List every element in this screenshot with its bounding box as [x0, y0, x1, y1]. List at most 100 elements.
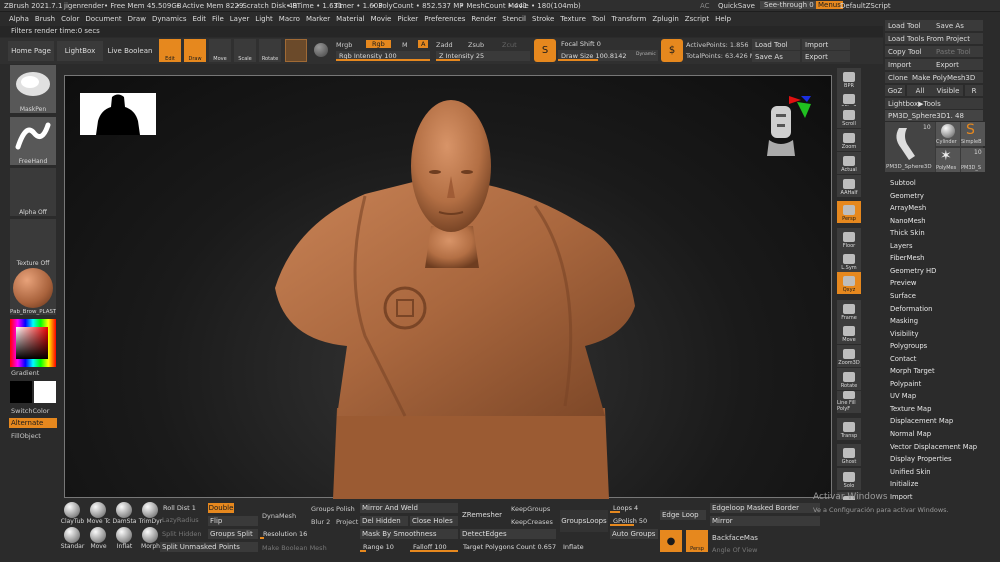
- menu-brush[interactable]: Brush: [35, 15, 55, 23]
- shelf-zoom-button[interactable]: Zoom: [837, 129, 861, 151]
- subpalette-unified-skin[interactable]: Unified Skin: [890, 468, 931, 476]
- menu-zscript[interactable]: Zscript: [685, 15, 709, 23]
- subpalette-displacement-map[interactable]: Displacement Map: [890, 417, 953, 425]
- save-as-button[interactable]: Save As: [933, 20, 983, 31]
- menu-layer[interactable]: Layer: [230, 15, 250, 23]
- subpalette-vector-displacement-map[interactable]: Vector Displacement Map: [890, 443, 977, 451]
- viewport[interactable]: [64, 75, 832, 499]
- mask-by-smoothness-button[interactable]: Mask By Smoothness: [360, 529, 458, 539]
- tool-thumb-polymesh[interactable]: ✶ PolyMes: [936, 148, 960, 172]
- shelf-aahalf-button[interactable]: AAHalf: [837, 175, 861, 197]
- zadd-button[interactable]: Zadd: [436, 41, 453, 49]
- backface-mask-button[interactable]: BackfaceMask: [710, 533, 758, 543]
- load-tool-top-button[interactable]: Load Tool: [752, 39, 800, 50]
- subpalette-nanomesh[interactable]: NanoMesh: [890, 217, 926, 225]
- focal-shift-slider[interactable]: Focal Shift 0: [558, 39, 658, 49]
- brush-move-tc[interactable]: Move Tc: [86, 502, 111, 526]
- load-tools-from-project-button[interactable]: Load Tools From Project: [885, 33, 983, 44]
- menu-document[interactable]: Document: [85, 15, 121, 23]
- default-zscript-button[interactable]: DefaultZScript: [840, 2, 891, 10]
- subpalette-polygroups[interactable]: Polygroups: [890, 342, 927, 350]
- menu-draw[interactable]: Draw: [128, 15, 146, 23]
- texture-slot[interactable]: Texture Off: [10, 219, 56, 267]
- menu-zplugin[interactable]: Zplugin: [652, 15, 678, 23]
- camera-icon[interactable]: ●: [660, 530, 682, 552]
- tool-thumb-cylinder[interactable]: Cylinder: [936, 122, 960, 146]
- menu-dynamics[interactable]: Dynamics: [152, 15, 187, 23]
- home-page-button[interactable]: Home Page: [8, 41, 54, 61]
- m-button[interactable]: M: [402, 41, 408, 49]
- shelf-qxyz-button[interactable]: Qxyz: [837, 272, 861, 294]
- edit-button[interactable]: Edit: [159, 39, 181, 62]
- auto-groups-button[interactable]: Auto Groups: [610, 529, 658, 539]
- shelf-ghost-button[interactable]: Ghost: [837, 444, 861, 466]
- menu-file[interactable]: File: [212, 15, 224, 23]
- roll-dist-slider[interactable]: Roll Dist 1: [160, 503, 206, 513]
- make-polymesh3d-button[interactable]: Make PolyMesh3D: [909, 72, 983, 83]
- export-button[interactable]: Export: [933, 59, 983, 70]
- subpalette-fibermesh[interactable]: FiberMesh: [890, 254, 925, 262]
- zremesher-button[interactable]: ZRemesher: [460, 510, 508, 520]
- subpalette-thick-skin[interactable]: Thick Skin: [890, 229, 925, 237]
- shelf-move-button[interactable]: Move: [837, 322, 861, 344]
- z-intensity-slider[interactable]: Z Intensity 25: [436, 51, 530, 61]
- detect-edges-button[interactable]: DetectEdges: [460, 529, 556, 539]
- shelf-solo-button[interactable]: Solo: [837, 468, 861, 490]
- r-button[interactable]: R: [965, 85, 983, 96]
- double-button[interactable]: Double: [208, 503, 234, 513]
- shelf-transp-button[interactable]: Transp: [837, 418, 861, 440]
- dynamic-button[interactable]: Dynamic: [636, 52, 656, 57]
- angle-of-view-slider[interactable]: Angle Of View: [712, 546, 757, 554]
- del-hidden-button[interactable]: Del Hidden: [360, 516, 408, 526]
- close-holes-button[interactable]: Close Holes: [410, 516, 458, 526]
- menu-movie[interactable]: Movie: [371, 15, 392, 23]
- subpalette-morph-target[interactable]: Morph Target: [890, 367, 935, 375]
- shelf-persp-button[interactable]: Persp: [837, 201, 861, 223]
- subpalette-arraymesh[interactable]: ArrayMesh: [890, 204, 926, 212]
- menu-material[interactable]: Material: [336, 15, 364, 23]
- clone-button[interactable]: Clone: [885, 72, 909, 83]
- menu-color[interactable]: Color: [61, 15, 79, 23]
- make-boolean-mesh-button[interactable]: Make Boolean Mesh: [262, 544, 327, 552]
- switch-color-button[interactable]: SwitchColor: [11, 407, 49, 415]
- paste-tool-button[interactable]: Paste Tool: [933, 46, 983, 57]
- falloff-slider[interactable]: Falloff 100: [410, 542, 458, 552]
- menu-transform[interactable]: Transform: [612, 15, 647, 23]
- menu-preferences[interactable]: Preferences: [424, 15, 465, 23]
- persp-bottom-button[interactable]: Persp: [686, 530, 708, 552]
- brush-move[interactable]: Move: [86, 527, 111, 551]
- project-toggle[interactable]: Project: [336, 518, 358, 526]
- menu-light[interactable]: Light: [255, 15, 272, 23]
- subpalette-preview[interactable]: Preview: [890, 279, 916, 287]
- goz-button[interactable]: GoZ: [885, 85, 905, 96]
- subpalette-deformation[interactable]: Deformation: [890, 305, 932, 313]
- import-top-button[interactable]: Import: [802, 39, 850, 50]
- stroke-slot[interactable]: FreeHand: [10, 117, 56, 165]
- a-button[interactable]: A: [418, 40, 429, 48]
- main-color-swatch[interactable]: [10, 381, 32, 403]
- resolution-slider[interactable]: Resolution 16: [260, 529, 356, 539]
- gradient-label[interactable]: Gradient: [11, 369, 39, 377]
- copy-tool-button[interactable]: Copy Tool: [885, 46, 933, 57]
- material-swatch[interactable]: [285, 39, 307, 62]
- subpalette-subtool[interactable]: Subtool: [890, 179, 916, 187]
- menu-edit[interactable]: Edit: [192, 15, 206, 23]
- load-tool-button[interactable]: Load Tool: [885, 20, 933, 31]
- color-picker[interactable]: [10, 319, 56, 367]
- menus-button[interactable]: Menus: [816, 1, 843, 9]
- shelf-zoom3d-button[interactable]: Zoom3D: [837, 345, 861, 367]
- subpalette-uv-map[interactable]: UV Map: [890, 392, 916, 400]
- current-tool-slider[interactable]: PM3D_Sphere3D1. 48: [885, 110, 983, 121]
- zcut-button[interactable]: Zcut: [502, 41, 517, 49]
- shelf-line-fill-polyf-button[interactable]: Line Fill PolyF: [837, 391, 861, 413]
- edgeloop-masked-border-button[interactable]: Edgeloop Masked Border: [710, 503, 820, 513]
- save-as-top-button[interactable]: Save As: [752, 51, 800, 62]
- groups-toggle[interactable]: Groups: [311, 505, 334, 513]
- subpalette-normal-map[interactable]: Normal Map: [890, 430, 931, 438]
- all-button[interactable]: All: [907, 85, 933, 96]
- fill-object-button[interactable]: FillObject: [11, 432, 41, 440]
- subpalette-contact[interactable]: Contact: [890, 355, 916, 363]
- import-button[interactable]: Import: [885, 59, 933, 70]
- menu-help[interactable]: Help: [715, 15, 731, 23]
- mrgb-button[interactable]: Mrgb: [336, 41, 352, 49]
